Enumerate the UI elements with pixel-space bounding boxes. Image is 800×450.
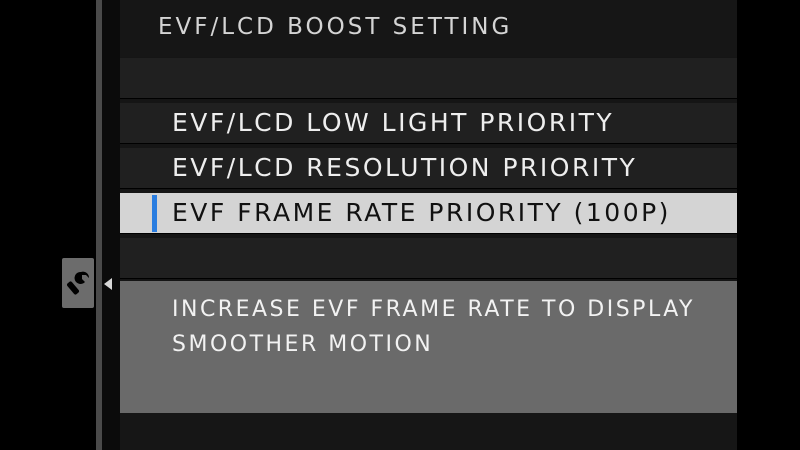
menu-item-resolution-priority[interactable]: EVF/LCD RESOLUTION PRIORITY [120,148,737,189]
description-text: INCREASE EVF FRAME RATE TO DISPLAY SMOOT… [172,297,695,357]
setup-tab[interactable] [62,258,94,308]
page-title: EVF/LCD BOOST SETTING [158,14,513,40]
menu-item-label: EVF/LCD RESOLUTION PRIORITY [172,153,638,182]
menu-item-label: EVF FRAME RATE PRIORITY (100P) [172,198,671,227]
menu-panel: EVF/LCD BOOST SETTING EVF/LCD LOW LIGHT … [120,0,737,450]
empty-row [120,58,737,99]
menu-item-label: EVF/LCD LOW LIGHT PRIORITY [172,108,615,137]
menu-item-low-light-priority[interactable]: EVF/LCD LOW LIGHT PRIORITY [120,103,737,144]
description-box: INCREASE EVF FRAME RATE TO DISPLAY SMOOT… [120,281,737,413]
sidebar-gap [102,0,120,450]
menu-header: EVF/LCD BOOST SETTING [120,0,737,57]
menu-footer [120,413,737,450]
menu-item-frame-rate-priority[interactable]: EVF FRAME RATE PRIORITY (100P) [120,193,737,234]
selection-marker [152,195,157,232]
empty-row [120,238,737,279]
wrench-icon [67,271,89,295]
tab-pointer-icon [104,278,112,290]
